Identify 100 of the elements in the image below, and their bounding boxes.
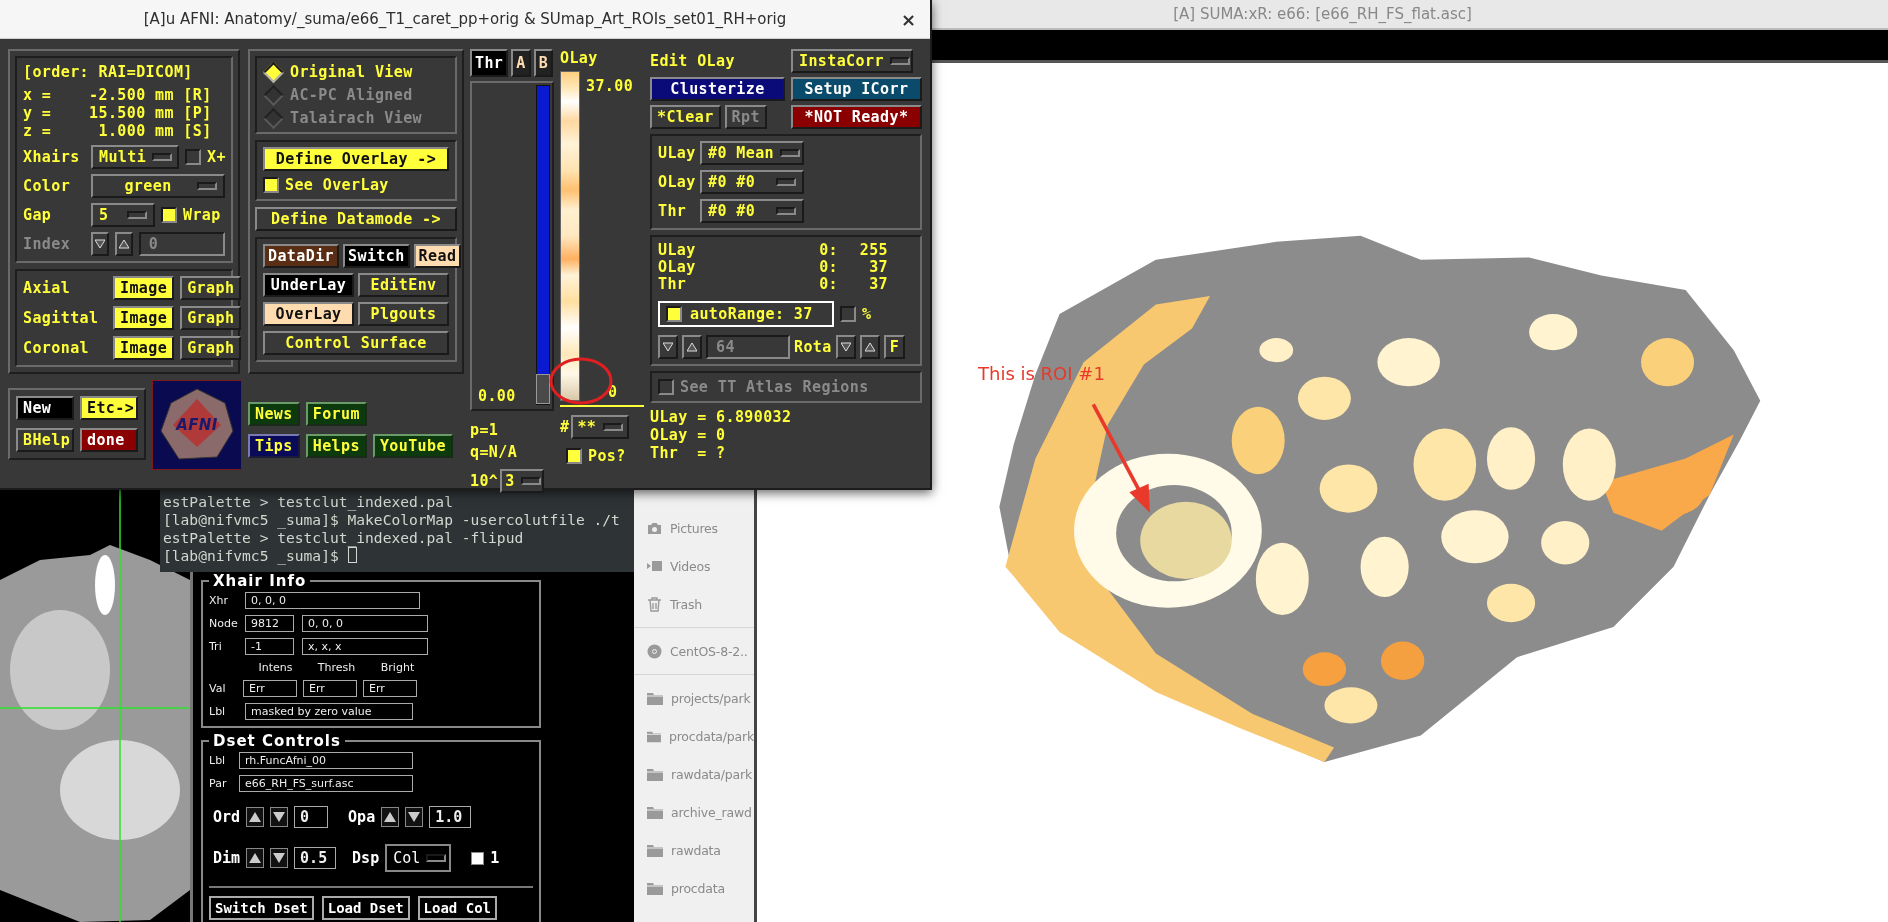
option-indicator-icon [152, 153, 173, 161]
datamode-button[interactable]: DataDir [263, 244, 339, 268]
graph-button[interactable]: Graph [180, 306, 242, 330]
value-field: Err [303, 680, 357, 697]
down-button[interactable] [658, 335, 678, 359]
palette-dropdown[interactable]: ** [571, 415, 630, 439]
link-button[interactable]: Tips [248, 434, 300, 458]
define-datamode-button[interactable]: Define Datamode -> [255, 207, 457, 231]
colorbar[interactable] [560, 71, 580, 401]
up-button[interactable] [114, 232, 133, 256]
datamode-button[interactable]: Switch [343, 244, 410, 268]
sub-brick-dropdown[interactable]: #0 #0 [700, 199, 804, 223]
opacity-field[interactable]: 1.0 [429, 806, 472, 828]
dataset-button[interactable]: Load Col [417, 896, 497, 920]
folder-icon [647, 881, 663, 895]
triangle-nodes-field: x, x, x [302, 638, 428, 655]
label-field: masked by zero value [245, 703, 413, 720]
flip-button[interactable]: F [883, 335, 906, 359]
order-field[interactable]: 0 [294, 806, 329, 828]
p-value: p=1 [470, 421, 500, 439]
checkbox[interactable] [840, 306, 856, 322]
field-label: Par [209, 777, 228, 790]
color-dropdown[interactable]: green [91, 174, 225, 198]
datamode-button[interactable]: UnderLay [263, 273, 354, 297]
checkbox-label: 1 [490, 849, 500, 867]
folder-icon [647, 729, 661, 743]
up-button[interactable] [246, 807, 265, 827]
status-button[interactable]: *NOT Ready* [790, 105, 922, 129]
cluster-button[interactable]: Clusterize [650, 77, 785, 101]
link-button[interactable]: Helps [305, 434, 367, 458]
down-button[interactable] [270, 848, 289, 868]
datamode-button[interactable]: Plgouts [358, 302, 449, 326]
xhairs-dropdown[interactable]: Multi [91, 145, 179, 169]
dataset-button[interactable]: Load Dset [321, 896, 410, 920]
cluster-button[interactable]: *Clear [650, 105, 721, 129]
sub-brick-dropdown[interactable]: #0 #0 [700, 170, 804, 194]
checkbox[interactable] [566, 448, 582, 464]
gap-dropdown[interactable]: 5 [91, 203, 155, 227]
threshold-slider[interactable] [536, 85, 550, 405]
dataset-label-field[interactable]: rh.FuncAfni_00 [239, 752, 413, 769]
down-triangle-icon [273, 811, 286, 823]
up-button[interactable] [246, 848, 265, 868]
down-button[interactable] [835, 335, 856, 359]
image-button[interactable]: Image [113, 336, 175, 360]
down-button[interactable] [270, 807, 289, 827]
display-mode-dropdown[interactable]: Col [385, 844, 452, 872]
down-button[interactable] [91, 232, 109, 256]
up-button[interactable] [682, 335, 702, 359]
xhair-field[interactable]: 0, 0, 0 [245, 592, 420, 609]
datamode-button[interactable]: OverLay [263, 302, 354, 326]
up-button[interactable] [381, 807, 400, 827]
control-button[interactable]: BHelp [16, 428, 74, 452]
checkbox[interactable] [161, 207, 177, 223]
instacorr-dropdown[interactable]: InstaCorr [790, 49, 913, 73]
up-button[interactable] [859, 335, 880, 359]
link-button[interactable]: News [248, 402, 300, 426]
annotation-text: This is ROI #1 [978, 363, 1105, 384]
datamode-button[interactable]: EditEnv [358, 273, 449, 297]
down-triangle-icon [273, 852, 286, 864]
group-title: Dset Controls [212, 732, 342, 750]
image-button[interactable]: Image [113, 306, 175, 330]
down-triangle-icon [94, 239, 105, 249]
checkbox[interactable] [185, 149, 201, 165]
column-header: Thresh [316, 661, 357, 674]
checkbox[interactable] [471, 851, 485, 865]
checkbox[interactable] [666, 306, 682, 322]
dataset-button[interactable]: Switch Dset [209, 896, 314, 920]
link-button[interactable]: YouTube [372, 434, 453, 458]
close-button[interactable]: × [896, 8, 920, 30]
link-button[interactable]: Forum [305, 402, 367, 426]
checkbox-label: Wrap [183, 206, 221, 224]
graph-button[interactable]: Graph [180, 336, 242, 360]
control-surface-button[interactable]: Control Surface [263, 331, 449, 355]
control-button[interactable]: done [80, 428, 138, 452]
exponent-dropdown[interactable]: 3 [500, 469, 545, 493]
autorange-toggle[interactable]: autoRange: 37 [658, 301, 834, 327]
dim-field[interactable]: 0.5 [294, 847, 337, 869]
triangle-field[interactable]: -1 [245, 638, 294, 655]
control-button[interactable]: New [16, 396, 74, 420]
terminal-line: [lab@nifvmc5 _suma]$ [163, 546, 339, 564]
up-triangle-icon [249, 811, 262, 823]
cluster-button[interactable]: Setup ICorr [790, 77, 922, 101]
datamode-button[interactable]: Read [413, 244, 462, 268]
sub-brick-dropdown[interactable]: #0 Mean [700, 141, 804, 165]
slider-thumb[interactable] [536, 374, 550, 404]
graph-button[interactable]: Graph [180, 276, 242, 300]
threshold-value: 0.00 [478, 387, 516, 405]
define-overlay-button[interactable]: Define OverLay -> [263, 147, 449, 171]
tab[interactable]: B [533, 49, 554, 77]
option-indicator-icon [776, 178, 796, 186]
control-button[interactable]: Etc-> [80, 396, 138, 420]
down-triangle-icon [408, 811, 421, 823]
checkbox[interactable] [263, 177, 279, 193]
image-button[interactable]: Image [113, 276, 175, 300]
down-button[interactable] [405, 807, 424, 827]
node-field[interactable]: 9812 [245, 615, 294, 632]
checkbox-label: See OverLay [285, 176, 389, 194]
parent-surface-field[interactable]: e66_RH_FS_surf.asc [239, 775, 413, 792]
tab[interactable]: Thr [470, 49, 509, 77]
tab[interactable]: A [511, 49, 531, 77]
